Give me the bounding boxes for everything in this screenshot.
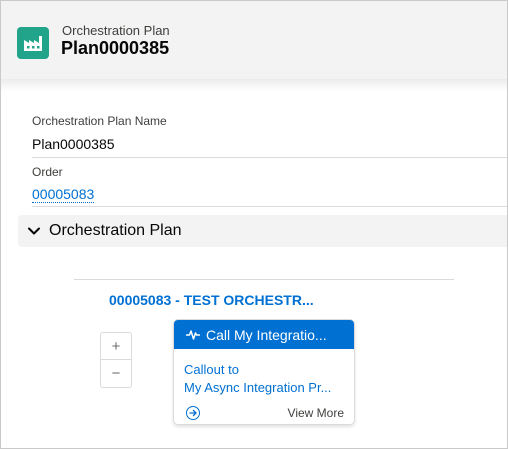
step-card-title: Call My Integratio... — [206, 326, 327, 343]
header-shadow — [1, 79, 507, 91]
zoom-controls: + − — [100, 332, 132, 388]
order-link[interactable]: 00005083 — [32, 187, 95, 203]
plan-step-card[interactable]: Call My Integratio... Callout to My Asyn… — [173, 319, 355, 425]
plan-divider — [74, 279, 454, 280]
step-card-footer: View More — [174, 402, 354, 424]
step-card-line2: My Async Integration Pr... — [184, 380, 332, 395]
field-label-order: Order — [32, 165, 63, 179]
object-type-label: Orchestration Plan — [62, 23, 170, 38]
orchestration-plan-icon — [17, 27, 49, 59]
field-order: Order 00005083 — [32, 165, 507, 207]
chevron-down-icon — [27, 224, 41, 238]
record-title: Plan0000385 — [61, 38, 170, 58]
step-card-line1: Callout to — [184, 362, 239, 377]
section-toggle-orchestration-plan[interactable]: Orchestration Plan — [18, 215, 507, 247]
field-label-plan-name: Orchestration Plan Name — [32, 114, 167, 128]
zoom-out-button[interactable]: − — [101, 360, 131, 387]
view-more-link[interactable]: View More — [288, 406, 344, 420]
record-header: Orchestration Plan Plan0000385 — [1, 1, 507, 80]
record-page: Orchestration Plan Plan0000385 Orchestra… — [0, 0, 508, 449]
arrow-circle-icon[interactable] — [186, 406, 200, 420]
section-title: Orchestration Plan — [49, 222, 182, 239]
step-card-header[interactable]: Call My Integratio... — [174, 320, 354, 349]
plan-title-link[interactable]: 00005083 - TEST ORCHESTR... — [109, 292, 314, 308]
step-card-body: Callout to My Async Integration Pr... — [174, 349, 354, 397]
field-plan-name: Orchestration Plan Name Plan0000385 — [32, 114, 507, 158]
zoom-in-button[interactable]: + — [101, 333, 131, 360]
pulse-icon — [186, 329, 200, 340]
field-value-plan-name: Plan0000385 — [32, 136, 115, 152]
